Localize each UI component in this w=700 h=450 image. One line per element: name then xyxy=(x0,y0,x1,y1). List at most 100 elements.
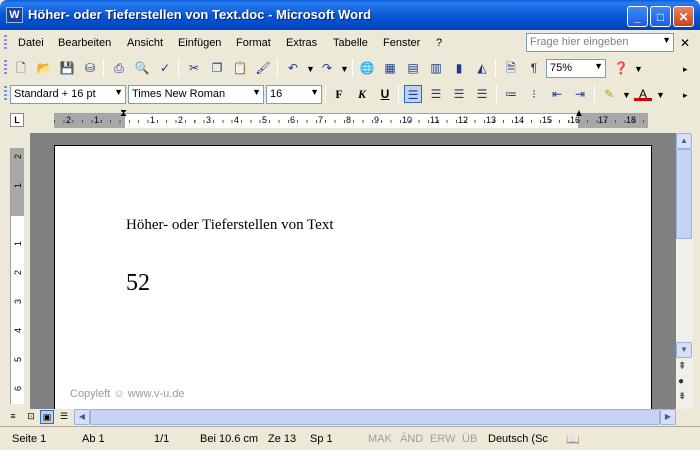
font-select[interactable]: Times New Roman ▼ xyxy=(128,85,264,104)
redo-dropdown-icon[interactable]: ▼ xyxy=(340,64,349,74)
bullets-icon[interactable]: ⁝ xyxy=(525,85,543,103)
save-icon[interactable]: 💾 xyxy=(58,59,76,77)
tables-borders-icon[interactable]: ▦ xyxy=(381,59,399,77)
columns-icon[interactable]: ▮ xyxy=(450,59,468,77)
horizontal-scroll-thumb[interactable] xyxy=(90,409,660,425)
numbering-icon[interactable]: ≔ xyxy=(502,85,520,103)
decrease-indent-icon[interactable]: ⇤ xyxy=(548,85,566,103)
status-language[interactable]: Deutsch (Sc xyxy=(488,433,548,445)
zoom-select[interactable]: 75% ▼ xyxy=(546,59,606,78)
copyleft-watermark: Copyleft ☺ www.v-u.de xyxy=(70,388,185,400)
previous-page-icon[interactable]: ⇞ xyxy=(678,361,686,372)
status-overtype[interactable]: ÜB xyxy=(462,433,477,445)
show-formatting-icon[interactable]: ¶ xyxy=(525,59,543,77)
font-color-icon[interactable]: A xyxy=(634,85,652,101)
help-icon[interactable]: ❓ xyxy=(612,59,630,77)
horizontal-ruler[interactable]: 2 1 1 2 3 4 5 6 7 8 9 10 11 12 13 14 15 16 17 18 xyxy=(54,113,648,128)
dropdown-arrow-icon[interactable]: ▼ xyxy=(662,35,671,45)
spelling-icon[interactable]: ✓ xyxy=(156,59,174,77)
cut-icon[interactable]: ✂ xyxy=(185,59,203,77)
document-page[interactable]: Höher- oder Tieferstellen von Text 52 xyxy=(54,145,652,413)
font-color-dropdown-icon[interactable]: ▼ xyxy=(656,90,665,100)
font-size-select[interactable]: 16 ▼ xyxy=(266,85,322,104)
menu-fenster[interactable]: Fenster xyxy=(383,37,420,49)
menu-format[interactable]: Format xyxy=(236,37,271,49)
scroll-down-icon[interactable]: ▼ xyxy=(676,342,692,358)
next-page-icon[interactable]: ⇟ xyxy=(678,391,686,402)
vertical-ruler[interactable]: 2 1 1 2 3 4 5 6 xyxy=(10,148,24,404)
ask-question-placeholder: Frage hier eingeben xyxy=(530,36,629,48)
web-view-icon[interactable]: ⊡ xyxy=(24,410,38,424)
insert-excel-icon[interactable]: ▥ xyxy=(427,59,445,77)
style-select[interactable]: Standard + 16 pt ▼ xyxy=(10,85,126,104)
status-track-changes[interactable]: ÄND xyxy=(400,433,423,445)
highlight-dropdown-icon[interactable]: ▼ xyxy=(622,90,631,100)
status-extend-selection[interactable]: ERW xyxy=(430,433,455,445)
select-browse-object-icon[interactable]: ● xyxy=(678,376,684,387)
italic-button[interactable]: K xyxy=(353,85,371,103)
dropdown-arrow-icon: ▼ xyxy=(594,61,603,71)
document-area[interactable]: Höher- oder Tieferstellen von Text 52 xyxy=(30,133,676,413)
menu-grip[interactable] xyxy=(4,35,7,51)
minimize-button[interactable]: _ xyxy=(627,6,648,27)
align-right-icon[interactable]: ☰ xyxy=(450,85,468,103)
print-layout-icon[interactable]: ▣ xyxy=(40,410,54,424)
hyperlink-icon[interactable]: 🌐 xyxy=(358,59,376,77)
permission-icon[interactable]: ⛁ xyxy=(81,59,99,77)
scroll-left-icon[interactable]: ◀ xyxy=(74,409,90,425)
left-indent-marker[interactable]: ⧗ xyxy=(120,108,127,119)
copy-icon[interactable]: ❐ xyxy=(208,59,226,77)
outline-view-icon[interactable]: ☰ xyxy=(57,410,71,424)
menu-bearbeiten[interactable]: Bearbeiten xyxy=(58,37,111,49)
toolbar-options-icon[interactable]: ▸ xyxy=(683,64,688,75)
scroll-right-icon[interactable]: ▶ xyxy=(660,409,676,425)
word-app-icon[interactable]: W xyxy=(6,7,23,23)
open-folder-icon[interactable]: 📂 xyxy=(35,59,53,77)
menu-ansicht[interactable]: Ansicht xyxy=(127,37,163,49)
bold-button[interactable]: F xyxy=(330,85,348,103)
document-heading: Höher- oder Tieferstellen von Text xyxy=(126,217,334,233)
maximize-button[interactable]: □ xyxy=(650,6,671,27)
document-close-icon[interactable]: ✕ xyxy=(680,36,690,50)
highlight-icon[interactable]: ✎ xyxy=(600,85,618,103)
drawing-icon[interactable]: ◭ xyxy=(473,59,491,77)
vertical-scrollbar[interactable]: ▲ ▼ ⇞ ● ⇟ xyxy=(676,133,693,409)
right-indent-marker[interactable]: ▲ xyxy=(574,108,584,119)
ask-question-input[interactable]: Frage hier eingeben ▼ xyxy=(526,33,674,52)
document-map-icon[interactable]: 🗎 xyxy=(502,59,520,77)
align-left-icon[interactable]: ☰ xyxy=(404,85,422,103)
align-center-icon[interactable]: ☰ xyxy=(427,85,445,103)
menu-tabelle[interactable]: Tabelle xyxy=(333,37,368,49)
menu-datei[interactable]: Datei xyxy=(18,37,44,49)
print-icon[interactable]: ⎙ xyxy=(110,59,128,77)
insert-table-icon[interactable]: ▤ xyxy=(404,59,422,77)
horizontal-scrollbar[interactable]: ◀ ▶ xyxy=(74,409,676,426)
underline-button[interactable]: U xyxy=(376,85,394,103)
zoom-value: 75% xyxy=(550,62,573,74)
paste-icon[interactable]: 📋 xyxy=(231,59,249,77)
toolbar-options-icon[interactable]: ▸ xyxy=(683,90,688,101)
undo-icon[interactable]: ↶ xyxy=(284,59,302,77)
help-dropdown-icon[interactable]: ▼ xyxy=(634,64,643,74)
toolbar-grip[interactable] xyxy=(4,60,7,76)
spelling-status-icon[interactable]: 📖 xyxy=(566,433,580,446)
normal-view-icon[interactable]: ≡ xyxy=(6,410,20,424)
format-painter-icon[interactable]: 🖌 xyxy=(254,59,272,77)
scroll-up-icon[interactable]: ▲ xyxy=(676,133,692,149)
status-macro-record[interactable]: MAK xyxy=(368,433,392,445)
close-button[interactable]: ✕ xyxy=(673,6,694,27)
increase-indent-icon[interactable]: ⇥ xyxy=(571,85,589,103)
menu-einfuegen[interactable]: Einfügen xyxy=(178,37,221,49)
menu-help[interactable]: ? xyxy=(436,37,442,49)
print-preview-icon[interactable]: 🔍 xyxy=(133,59,151,77)
dropdown-arrow-icon: ▼ xyxy=(252,87,261,97)
toolbar-grip[interactable] xyxy=(4,86,7,102)
scroll-thumb[interactable] xyxy=(676,149,692,239)
new-document-icon[interactable]: 🗋 xyxy=(12,59,30,77)
undo-dropdown-icon[interactable]: ▼ xyxy=(306,64,315,74)
justify-icon[interactable]: ☰ xyxy=(473,85,491,103)
ruler-label: 15 xyxy=(542,115,553,125)
redo-icon[interactable]: ↷ xyxy=(318,59,336,77)
menu-extras[interactable]: Extras xyxy=(286,37,317,49)
tab-selector-icon[interactable]: L xyxy=(10,113,24,127)
